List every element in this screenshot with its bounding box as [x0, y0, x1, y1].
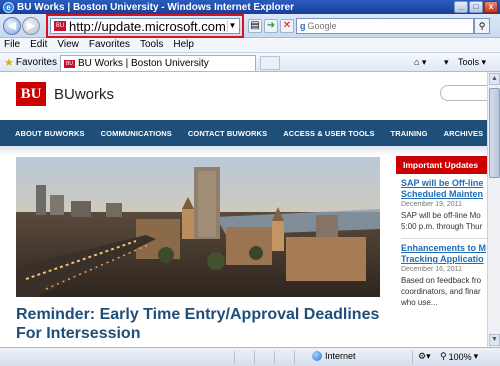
google-icon: g [300, 21, 306, 31]
nav-archives[interactable]: ARCHIVES [444, 129, 484, 138]
zoom-icon: ⚲ [440, 351, 447, 361]
divider [254, 351, 255, 364]
menu-bar: File Edit View Favorites Tools Help [0, 38, 500, 52]
address-toolbar: ◀ ▶ BU ▼ ▤ ➜ ✕ g ⚲ [0, 14, 500, 38]
close-button[interactable]: x [484, 1, 498, 13]
security-zone[interactable]: Internet [312, 351, 356, 361]
update-title-link[interactable]: SAP will be Off-line [401, 178, 487, 189]
update-text: coordinators, and finar [401, 287, 481, 296]
hero-image[interactable] [16, 157, 380, 297]
url-input[interactable] [69, 18, 227, 34]
search-box[interactable]: g [296, 18, 474, 34]
nav-about-buworks[interactable]: ABOUT BUWORKS [15, 129, 85, 138]
divider [234, 351, 235, 364]
update-date: December 16, 2011 [401, 266, 462, 273]
site-navigation: ABOUT BUWORKS COMMUNICATIONS CONTACT BUW… [0, 120, 487, 146]
site-name[interactable]: BUworks [54, 86, 114, 103]
compatibility-view-icon[interactable]: ▤ [248, 19, 262, 33]
ie-logo-icon: e [3, 1, 14, 13]
forward-button[interactable]: ▶ [22, 17, 40, 35]
bu-logo[interactable]: BU [16, 82, 46, 106]
address-bar[interactable]: BU ▼ [50, 18, 240, 34]
star-icon: ★ [4, 57, 14, 69]
update-title-link[interactable]: Enhancements to M [401, 243, 487, 254]
search-icon[interactable]: ⚲ [474, 18, 490, 34]
minimize-button[interactable]: _ [454, 1, 468, 13]
nav-contact-buworks[interactable]: CONTACT BUWORKS [188, 129, 267, 138]
bu-favicon-icon: BU [64, 59, 75, 68]
refresh-icon[interactable]: ➜ [264, 19, 278, 33]
divider [412, 351, 413, 364]
updates-heading: Important Updates [396, 156, 487, 174]
window-title: BU Works | Boston University - Windows I… [17, 1, 295, 13]
protected-mode-icon[interactable]: ⚙▾ [418, 351, 431, 362]
update-text: Based on feedback fro [401, 276, 482, 285]
tools-menu-button[interactable]: Tools ▾ [458, 57, 486, 68]
vertical-scrollbar[interactable]: ▲ ▼ [487, 72, 500, 347]
list-item: SAP will be Off-line Scheduled Mainten D… [396, 174, 487, 236]
headline-link[interactable]: Reminder: Early Time Entry/Approval Dead… [16, 305, 386, 343]
menu-file[interactable]: File [4, 38, 20, 52]
window-controls: _ □ x [454, 1, 498, 13]
menu-help[interactable]: Help [173, 38, 194, 52]
update-text: 5:00 p.m. through Thur [401, 222, 483, 231]
favorites-bar: ★ Favorites BU BU Works | Boston Univers… [0, 52, 500, 72]
update-text: who use... [401, 298, 438, 307]
zoom-level: 100% [448, 351, 472, 362]
home-icon[interactable]: ⌂ ▾ [414, 57, 426, 68]
scroll-up-icon[interactable]: ▲ [489, 73, 500, 85]
chevron-down-icon: ▾ [473, 351, 479, 361]
menu-favorites[interactable]: Favorites [89, 38, 130, 52]
zone-label: Internet [325, 351, 356, 361]
status-bar: Internet ⚙▾ ⚲ 100% ▾ [0, 347, 500, 366]
site-search-input[interactable] [440, 85, 487, 101]
stop-icon[interactable]: ✕ [280, 19, 294, 33]
page-viewport: BU BUworks ABOUT BUWORKS COMMUNICATIONS … [0, 72, 487, 347]
favorites-button[interactable]: ★ Favorites [4, 56, 57, 69]
update-title-link[interactable]: Tracking Applicatio [401, 254, 487, 265]
search-input[interactable] [307, 21, 458, 31]
bu-favicon-icon: BU [54, 21, 66, 31]
menu-tools[interactable]: Tools [140, 38, 163, 52]
favorites-label: Favorites [15, 57, 57, 68]
new-tab-button[interactable] [260, 56, 280, 70]
update-text: SAP will be off-line Mo [401, 211, 481, 220]
chevron-down-icon[interactable]: ▼ [227, 20, 237, 32]
tab-label: BU Works | Boston University [78, 58, 209, 69]
nav-communications[interactable]: COMMUNICATIONS [101, 129, 172, 138]
site-header: BU BUworks [0, 72, 487, 120]
list-item: Enhancements to M Tracking Applicatio De… [396, 239, 487, 312]
divider [294, 351, 295, 364]
nav-training[interactable]: TRAINING [391, 129, 428, 138]
page-menu-icon[interactable]: ▾ [444, 57, 449, 68]
scroll-thumb[interactable] [489, 88, 500, 178]
nav-access-user-tools[interactable]: ACCESS & USER TOOLS [283, 129, 374, 138]
update-date: December 19, 2011 [401, 201, 462, 208]
zoom-control[interactable]: ⚲ 100% ▾ [440, 351, 478, 362]
globe-icon [312, 351, 322, 361]
window-title-bar: e BU Works | Boston University - Windows… [0, 0, 500, 14]
back-button[interactable]: ◀ [3, 17, 21, 35]
nav-shadow [0, 146, 487, 156]
maximize-button[interactable]: □ [469, 1, 483, 13]
city-skyline-illustration [16, 157, 380, 297]
menu-view[interactable]: View [57, 38, 79, 52]
scroll-down-icon[interactable]: ▼ [489, 334, 500, 346]
tab-bu-works[interactable]: BU BU Works | Boston University [60, 55, 256, 71]
menu-edit[interactable]: Edit [30, 38, 47, 52]
update-title-link[interactable]: Scheduled Mainten [401, 189, 487, 200]
important-updates-panel: Important Updates SAP will be Off-line S… [396, 156, 487, 312]
divider [274, 351, 275, 364]
